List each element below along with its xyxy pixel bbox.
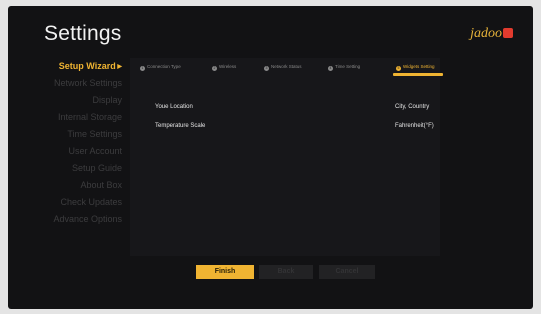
- step-label: Connection Type: [147, 64, 181, 69]
- sidebar-item-setup-wizard[interactable]: Setup Wizard: [8, 58, 122, 75]
- step-wireless[interactable]: 2 Wireless: [212, 64, 236, 71]
- sidebar-item-user-account[interactable]: User Account: [8, 143, 122, 160]
- wizard-panel: 1 Connection Type 2 Wireless 3 Network Stat…: [130, 58, 443, 256]
- settings-sidebar: Setup Wizard Network Settings Display In…: [8, 58, 122, 228]
- logo-text: jadoo: [470, 26, 502, 41]
- sidebar-item-display[interactable]: Display: [8, 92, 122, 109]
- temperature-scale-label: Temperature Scale: [155, 123, 206, 129]
- location-label: Youe Location: [155, 104, 193, 110]
- step-time-setting[interactable]: 4 Time Setting: [328, 64, 360, 71]
- cancel-button[interactable]: Cancel: [319, 265, 375, 279]
- wizard-steps: 1 Connection Type 2 Wireless 3 Network Stat…: [130, 58, 443, 80]
- sidebar-item-network-settings[interactable]: Network Settings: [8, 75, 122, 92]
- location-value[interactable]: City, Country: [395, 104, 429, 110]
- logo-mark-icon: [503, 28, 513, 38]
- sidebar-item-time-settings[interactable]: Time Settings: [8, 126, 122, 143]
- step-widgets-setting[interactable]: 5 Widgets Setting: [396, 64, 435, 71]
- back-button[interactable]: Back: [259, 265, 313, 279]
- jadoo-logo: jadoo: [470, 26, 513, 42]
- sidebar-item-about-box[interactable]: About Box: [8, 177, 122, 194]
- sidebar-item-setup-guide[interactable]: Setup Guide: [8, 160, 122, 177]
- sidebar-item-advance-options[interactable]: Advance Options: [8, 211, 122, 228]
- step-connection-type[interactable]: 1 Connection Type: [140, 64, 181, 71]
- step-label: Time Setting: [335, 64, 361, 69]
- finish-button[interactable]: Finish: [196, 265, 254, 279]
- step-label: Wireless: [219, 64, 237, 69]
- page-title: Settings: [44, 22, 122, 45]
- step-label: Network Status: [271, 64, 302, 69]
- step-number: 2: [212, 66, 217, 71]
- step-label: Widgets Setting: [403, 64, 435, 69]
- step-number: 5: [396, 66, 401, 71]
- temperature-scale-value[interactable]: Fahrenheit(°F): [395, 123, 434, 129]
- step-number: 3: [264, 66, 269, 71]
- step-number: 1: [140, 66, 145, 71]
- tv-screen: Settings jadoo Setup Wizard Network Sett…: [8, 6, 533, 309]
- active-step-indicator: [393, 73, 443, 76]
- sidebar-item-check-updates[interactable]: Check Updates: [8, 194, 122, 211]
- step-number: 4: [328, 66, 333, 71]
- step-network-status[interactable]: 3 Network Status: [264, 64, 302, 71]
- sidebar-item-internal-storage[interactable]: Internal Storage: [8, 109, 122, 126]
